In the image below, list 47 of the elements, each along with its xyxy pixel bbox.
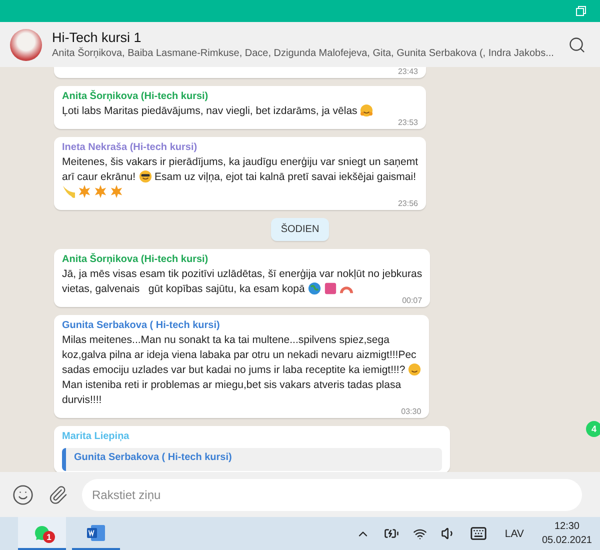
message-input[interactable]: Rakstiet ziņu [82,478,582,510]
message-text: Milas meitenes...Man nu sonakt ta ka tai multene...spilvens spiez,sega [62,334,390,346]
chat-app-taskbar-button[interactable]: 1 [18,517,66,550]
sender-name: Ineta Nekraša (Hi-tech kursi) [62,141,198,154]
sender-name: Gunita Serbakova ( Hi-tech kursi) [62,319,220,332]
message-time: 23:56 [398,199,418,208]
comet-icon [62,185,75,198]
starburst-icon [78,185,91,198]
message-text: Ļoti labs Maritas piedāvājums, nav viegli, bet izdarāms, ja vēlas [62,104,358,116]
message-text: vietas, galvenais gūt kopības sajūtu, ka esam kopā [62,282,305,294]
message-text: Esam uz viļņa, ejot tai kalnā pretī savai iekšējai gaismai! [154,170,416,182]
message-time: 00:07 [402,296,422,305]
quoted-message: Gunita Serbakova ( Hi-tech kursi) [62,448,442,471]
message-time: 03:30 [401,407,422,416]
clock-date[interactable]: 05.02.2021 [542,534,592,548]
notification-badge: 1 [43,531,55,543]
smirking-face-icon [408,363,422,376]
wifi-icon[interactable] [412,526,427,540]
sender-name: Marita Liepiņa [62,430,130,443]
group-avatar[interactable] [10,28,42,60]
message-text: sadas emociju uzlades var but kadai no jums ir laba receptite ka iemigt!!!? [62,364,406,376]
message-text: koz,galva pilna ar ideja viena labaka par otru un nekadi nevaru aizmigt!!!Pec [62,348,416,360]
search-icon[interactable] [568,36,586,54]
input-language[interactable]: LAV [496,528,532,540]
chat-members: Anita Šorņikova, Baiba Lasmane-Rimkuse, Dace, Dzigunda Malofejeva, Gita, Gunita Serbakova (, Indra Jakobs... [52,48,554,59]
sender-name: Anita Šorņikova (Hi-tech kursi) [62,253,208,266]
globe-icon [308,282,321,295]
keyboard-icon[interactable] [470,525,487,542]
starburst-icon [110,185,123,198]
date-divider: ŠODIEN [270,218,330,241]
emoji-icon[interactable] [12,484,34,506]
clock-time[interactable]: 12:30 [554,520,580,534]
message-text: Man isteniba reti ir problemas ar miegu,bet sis vakars atveris tadas plasa [62,378,402,390]
message-time: 23:43 [398,67,418,76]
attach-icon[interactable] [48,484,68,504]
hugging-face-icon [360,104,374,117]
message-text: Jā, ja mēs visas esam tik pozitīvi uzlādētas, šī enerģija var nokļūt no jebkuras [62,268,422,280]
message-text: durvis!!!! [62,394,102,406]
sender-name: Anita Šorņikova (Hi-tech kursi) [62,90,208,103]
message-text: arī caur ekrānu! [62,170,136,182]
message-time: 23:53 [398,118,418,127]
document-icon [86,524,106,542]
sunglasses-face-icon [138,170,152,183]
battery-icon[interactable] [384,526,399,541]
starburst-icon [94,185,107,198]
chat-title: Hi-Tech kursi 1 [52,30,142,45]
message-text: Meitenes, šis vakars ir pierādījums, ka jaudīgu enerģiju var sniegt un saņemt [62,156,418,168]
